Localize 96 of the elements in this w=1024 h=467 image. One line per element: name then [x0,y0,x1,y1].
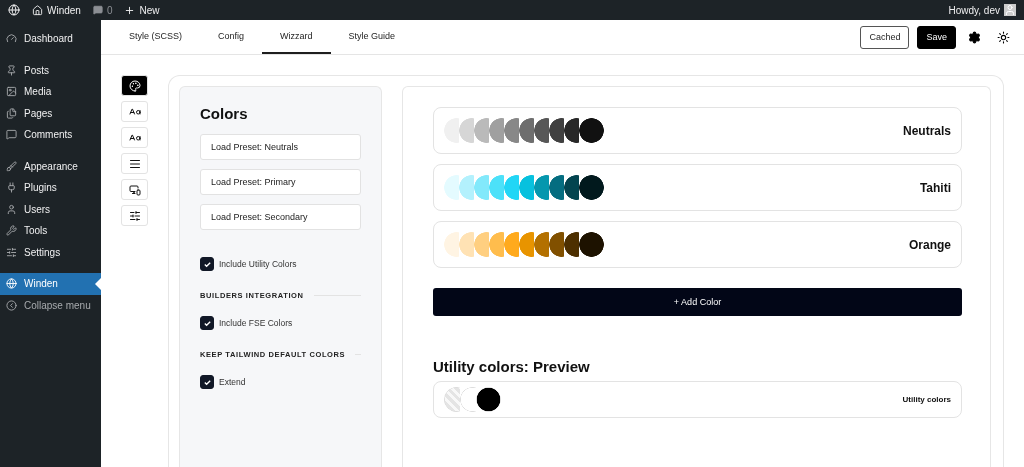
preset-button[interactable]: Load Preset: Secondary [200,204,361,230]
checkbox-label: Extend [219,377,246,387]
color-swatch[interactable] [489,118,504,143]
user-icon [6,203,17,215]
save-button[interactable]: Save [917,25,956,49]
color-swatch[interactable] [564,175,579,200]
color-swatch[interactable] [579,232,604,257]
devices-icon[interactable] [121,179,148,200]
checkbox[interactable] [200,316,214,330]
tab[interactable]: Style (SCSS) [111,20,200,54]
sidebar-item[interactable]: Users [0,198,101,220]
palette-name: Orange [909,237,951,252]
site-link[interactable]: Winden [47,4,81,16]
letters-icon[interactable] [121,127,148,148]
color-swatch[interactable] [474,118,489,143]
checkbox-label: Include Utility Colors [219,259,297,269]
media-icon [6,86,17,98]
color-swatch[interactable] [519,232,534,257]
palette-name: Neutrals [902,123,951,138]
color-swatch[interactable] [459,175,474,200]
color-swatch[interactable] [519,175,534,200]
plus-icon[interactable] [124,4,136,16]
gauge-icon [6,33,17,45]
comment-icon[interactable] [92,5,103,15]
preset-button[interactable]: Load Preset: Neutrals [200,134,361,160]
new-link[interactable]: New [139,4,160,16]
checkbox[interactable] [200,257,214,271]
comment-icon [6,129,17,141]
palette-row[interactable]: Tahiti [433,164,962,211]
sidebar-item[interactable]: Appearance [0,155,101,177]
check-icon [202,259,212,269]
globe-icon [6,278,17,290]
add-color-button[interactable]: + Add Color [433,288,962,316]
color-swatch[interactable] [549,175,564,200]
brush-icon [6,160,17,172]
color-swatch[interactable] [474,175,489,200]
text-size-icon[interactable] [121,101,148,122]
tab[interactable]: Config [200,20,263,54]
lines-icon[interactable] [121,153,148,174]
utility-label: Utility colors [902,395,951,404]
sidebar-item[interactable]: Posts [0,59,101,81]
sliders-icon[interactable] [121,205,148,226]
palette-row[interactable]: Neutrals [433,107,962,154]
color-swatch[interactable] [579,175,604,200]
check-icon [202,377,212,387]
check-icon [202,318,212,328]
color-swatch[interactable] [474,232,489,257]
palette-name: Tahiti [919,180,951,195]
collapse-icon [6,299,17,311]
wrench-icon [6,225,17,237]
preset-button[interactable]: Load Preset: Primary [200,169,361,195]
sidebar-item[interactable]: Comments [0,124,101,146]
color-swatch[interactable] [564,118,579,143]
sidebar-item[interactable]: Pages [0,102,101,124]
transparent-swatch [444,387,460,412]
home-icon[interactable] [32,4,43,16]
cached-button[interactable]: Cached [860,25,910,49]
sidebar-item[interactable]: Dashboard [0,28,101,50]
settings-icon [6,246,17,258]
color-swatch[interactable] [504,232,519,257]
palette-row[interactable]: Orange [433,221,962,268]
sidebar-item[interactable]: Media [0,81,101,103]
color-swatch[interactable] [489,232,504,257]
sidebar-item[interactable]: Settings [0,241,101,263]
color-swatch[interactable] [534,232,549,257]
color-swatch[interactable] [444,118,459,143]
color-swatch[interactable] [444,175,459,200]
color-swatch[interactable] [504,175,519,200]
color-swatch[interactable] [504,118,519,143]
tab[interactable]: Wizzard [262,20,331,54]
sidebar-item[interactable]: Tools [0,220,101,242]
pin-icon [6,64,17,76]
color-swatch[interactable] [444,232,459,257]
section-title: Utility colors: Preview [433,358,591,375]
color-swatch[interactable] [549,232,564,257]
checkbox[interactable] [200,375,214,389]
panel-title: Colors [200,105,249,122]
sidebar-item[interactable]: Plugins [0,177,101,199]
color-swatch[interactable] [579,118,604,143]
color-swatch[interactable] [549,118,564,143]
color-swatch[interactable] [459,118,474,143]
comment-count: 0 [106,4,113,16]
color-swatch[interactable] [489,175,504,200]
sidebar-item[interactable]: Winden [0,273,101,295]
color-swatch[interactable] [534,175,549,200]
sidebar-item[interactable]: Collapse menu [0,294,101,316]
color-swatch[interactable] [564,232,579,257]
color-swatch[interactable] [519,118,534,143]
greeting[interactable]: Howdy, dev [948,4,1000,16]
tab[interactable]: Style Guide [330,20,414,54]
checkbox-label: Include FSE Colors [219,318,293,328]
palette-icon[interactable] [121,75,148,96]
pages-icon [6,107,17,119]
plug-icon [6,182,17,194]
color-swatch[interactable] [459,232,474,257]
color-swatch[interactable] [534,118,549,143]
